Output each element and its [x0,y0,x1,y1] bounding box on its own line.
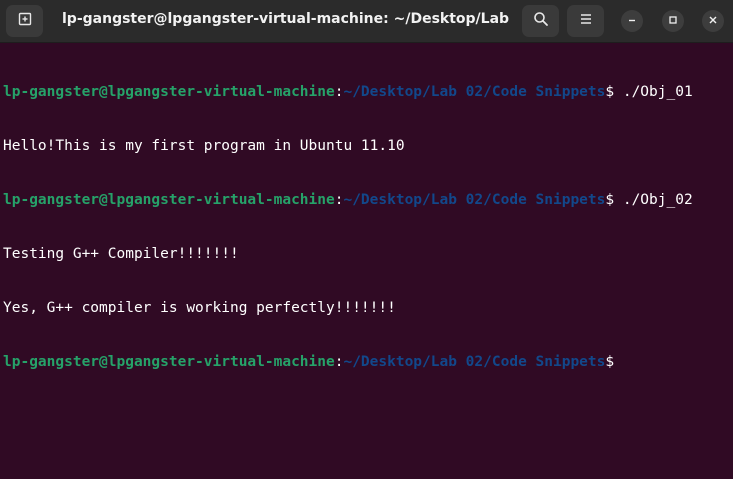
title-bar[interactable]: lp-gangster@lpgangster-virtual-machine: … [0,0,733,43]
new-tab-icon [17,11,33,32]
minimize-button[interactable] [621,10,643,32]
prompt-path: ~/Desktop/Lab 02/Code Snippets [343,84,606,100]
window-title: lp-gangster@lpgangster-virtual-machine: … [62,11,510,27]
hamburger-menu-icon [578,11,594,32]
maximize-icon [668,12,678,30]
prompt-line: lp-gangster@lpgangster-virtual-machine:~… [3,191,733,209]
prompt-user: lp-gangster@lpgangster-virtual-machine [3,84,335,100]
prompt-line[interactable]: lp-gangster@lpgangster-virtual-machine:~… [3,353,733,371]
prompt-path: ~/Desktop/Lab 02/Code Snippets [343,192,606,208]
prompt-line: lp-gangster@lpgangster-virtual-machine:~… [3,83,733,101]
prompt-dollar: $ [605,192,615,208]
terminal-output-area[interactable]: lp-gangster@lpgangster-virtual-machine:~… [0,43,733,479]
terminal-window: lp-gangster@lpgangster-virtual-machine: … [0,0,733,479]
prompt-user: lp-gangster@lpgangster-virtual-machine [3,192,335,208]
command-text: ./Obj_02 [614,192,693,208]
menu-button[interactable] [567,5,604,37]
close-icon [708,12,718,30]
prompt-path: ~/Desktop/Lab 02/Code Snippets [343,354,606,370]
prompt-dollar: $ [605,84,615,100]
close-button[interactable] [702,10,724,32]
maximize-button[interactable] [662,10,684,32]
command-text: ./Obj_01 [614,84,693,100]
minimize-icon [627,12,637,30]
prompt-user: lp-gangster@lpgangster-virtual-machine [3,354,335,370]
output-line: Yes, G++ compiler is working perfectly!!… [3,300,396,316]
prompt-dollar: $ [605,354,615,370]
new-tab-button[interactable] [6,5,43,37]
search-icon [533,11,549,32]
output-line: Hello!This is my first program in Ubuntu… [3,138,405,154]
search-button[interactable] [522,5,559,37]
output-line: Testing G++ Compiler!!!!!!! [3,246,239,262]
